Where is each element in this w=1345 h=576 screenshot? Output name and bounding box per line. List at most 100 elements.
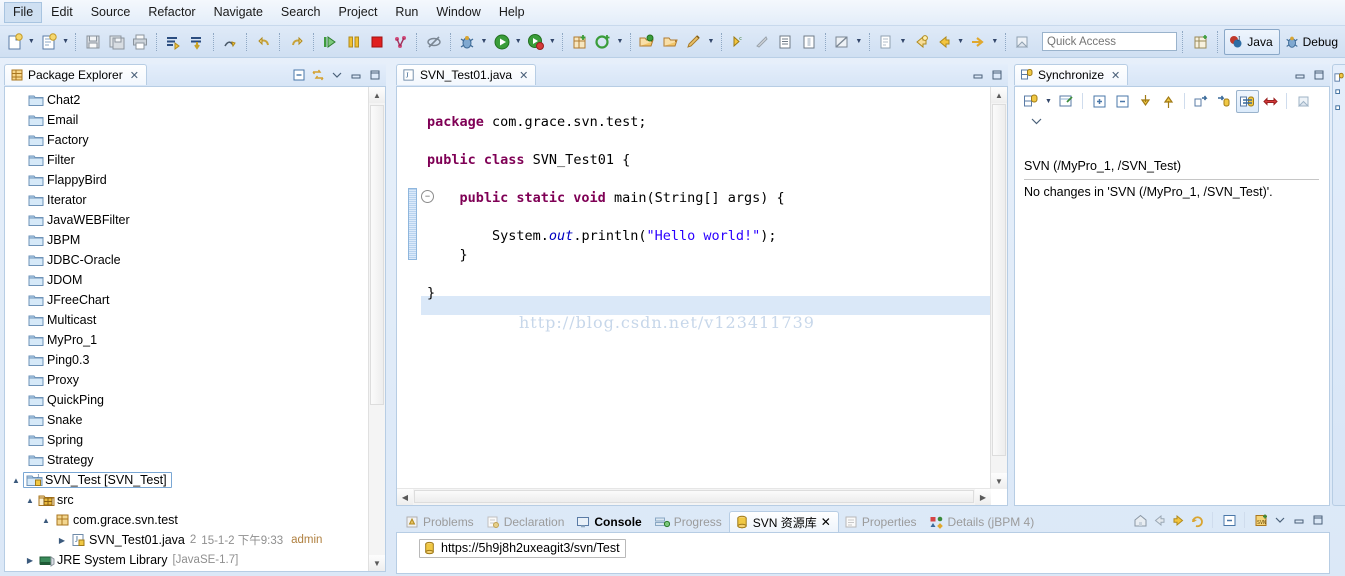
maximize-icon[interactable]: [1311, 67, 1327, 83]
step-over-icon[interactable]: [219, 30, 240, 54]
chevron-down-icon[interactable]: ▲: [9, 476, 23, 485]
tree-item-mypro-1[interactable]: MyPro_1: [5, 330, 385, 350]
new-wizard-icon[interactable]: [4, 30, 25, 54]
view-menu-icon[interactable]: [1272, 512, 1288, 528]
tree-item-quickping[interactable]: QuickPing: [5, 390, 385, 410]
tree-item-chat2[interactable]: Chat2: [5, 90, 385, 110]
new-wizard-dropdown[interactable]: ▼: [26, 31, 36, 53]
synchronize-icon[interactable]: [1333, 69, 1345, 85]
tree-item-email[interactable]: Email: [5, 110, 385, 130]
scroll-thumb[interactable]: [370, 105, 384, 405]
run-coverage-dropdown[interactable]: ▼: [548, 31, 558, 53]
scroll-right-icon[interactable]: ▶: [975, 489, 991, 505]
tree-item-snake[interactable]: Snake: [5, 410, 385, 430]
tab-declaration[interactable]: Declaration: [481, 511, 572, 532]
save-icon[interactable]: [82, 30, 103, 54]
tree-item-filter[interactable]: Filter: [5, 150, 385, 170]
both-mode-icon[interactable]: [1236, 89, 1259, 113]
maximize-icon[interactable]: [1310, 512, 1326, 528]
close-icon[interactable]: ✕: [130, 69, 139, 82]
scroll-up-icon[interactable]: ▲: [991, 87, 1007, 103]
forward-icon[interactable]: [1170, 512, 1186, 528]
incoming-mode-icon[interactable]: [1213, 90, 1236, 113]
minimize-icon[interactable]: [348, 67, 364, 83]
chevron-down-icon[interactable]: ▲: [39, 516, 53, 525]
menu-refactor[interactable]: Refactor: [139, 2, 204, 23]
tree-item-javawebfilter[interactable]: JavaWEBFilter: [5, 210, 385, 230]
outgoing-mode-icon[interactable]: [1190, 90, 1213, 113]
new-java-project-icon[interactable]: [569, 30, 590, 54]
build-project-icon[interactable]: [186, 30, 207, 54]
editor-marker-bar[interactable]: [397, 87, 407, 489]
editor-body[interactable]: − package com.grace.svn.test; public cla…: [396, 86, 1008, 506]
menu-source[interactable]: Source: [82, 2, 140, 23]
previous-annotation-icon[interactable]: [751, 30, 772, 54]
close-icon[interactable]: ✕: [519, 69, 528, 82]
disconnect-icon[interactable]: [390, 30, 411, 54]
close-icon[interactable]: ✕: [1111, 69, 1120, 82]
view-menu-icon[interactable]: [1028, 113, 1044, 129]
pin-editor-icon[interactable]: [1012, 30, 1033, 54]
build-all-icon[interactable]: [163, 30, 184, 54]
refresh-icon[interactable]: [1189, 512, 1205, 528]
new-java-class-icon[interactable]: [38, 30, 59, 54]
view-menu-icon[interactable]: [329, 67, 345, 83]
perspective-java-button[interactable]: J Java: [1224, 28, 1280, 55]
run-icon[interactable]: [491, 30, 512, 54]
chevron-right-icon[interactable]: ▶: [55, 536, 69, 545]
scroll-down-icon[interactable]: ▼: [991, 473, 1007, 489]
conflicts-mode-icon[interactable]: [1259, 90, 1282, 113]
next-edit-icon[interactable]: [876, 30, 897, 54]
minimize-icon[interactable]: [970, 67, 986, 83]
debug-dropdown[interactable]: ▼: [479, 31, 489, 53]
editor-folding-bar[interactable]: [407, 87, 421, 489]
editor-horizontal-scrollbar[interactable]: ◀ ▶: [397, 488, 991, 505]
debug-icon[interactable]: [457, 30, 478, 54]
tab-svn-test01-java[interactable]: J SVN_Test01.java ✕: [396, 64, 537, 85]
menu-search[interactable]: Search: [272, 2, 330, 23]
tab-problems[interactable]: Problems: [400, 511, 481, 532]
scroll-down-icon[interactable]: ▼: [369, 555, 385, 571]
chevron-down-icon[interactable]: ▲: [23, 496, 37, 505]
new-repository-icon[interactable]: SVN: [1253, 512, 1269, 528]
close-icon[interactable]: ✕: [821, 515, 831, 529]
chevron-right-icon[interactable]: ▶: [23, 556, 37, 565]
menu-edit[interactable]: Edit: [42, 2, 82, 23]
tree-item-multicast[interactable]: Multicast: [5, 310, 385, 330]
open-perspective-icon[interactable]: [1190, 30, 1211, 54]
expand-all-icon[interactable]: [1088, 90, 1111, 113]
next-annotation-icon[interactable]: c: [728, 30, 749, 54]
suspend-icon[interactable]: [343, 30, 364, 54]
scroll-thumb[interactable]: [414, 490, 974, 503]
minimize-icon[interactable]: [1291, 512, 1307, 528]
toggle-block-selection-icon[interactable]: [798, 30, 819, 54]
edit-dropdown[interactable]: ▼: [706, 31, 716, 53]
back-icon[interactable]: [910, 30, 931, 54]
tree-item-factory[interactable]: Factory: [5, 130, 385, 150]
tree-item-proxy[interactable]: Proxy: [5, 370, 385, 390]
synchronize-icon[interactable]: [1020, 90, 1043, 113]
menu-project[interactable]: Project: [330, 2, 387, 23]
menu-window[interactable]: Window: [427, 2, 489, 23]
next-edit-dropdown[interactable]: ▼: [898, 31, 908, 53]
outline-icon[interactable]: [1333, 85, 1345, 101]
tab-details-jbpm[interactable]: Details (jBPM 4): [924, 511, 1042, 532]
scroll-up-icon[interactable]: ▲: [369, 87, 385, 103]
toggle-whitespace-dropdown[interactable]: ▼: [854, 31, 864, 53]
new-annotation-icon[interactable]: [593, 30, 614, 54]
link-with-editor-icon[interactable]: [310, 67, 326, 83]
collapse-all-icon[interactable]: [1221, 512, 1237, 528]
back-icon[interactable]: [1151, 512, 1167, 528]
tree-item-package[interactable]: ▲ com.grace.svn.test: [5, 510, 385, 530]
go-dropdown[interactable]: ▼: [990, 31, 1000, 53]
scroll-thumb[interactable]: [992, 104, 1006, 456]
tree-item-jbpm[interactable]: JBPM: [5, 230, 385, 250]
maximize-icon[interactable]: [989, 67, 1005, 83]
new-java-class-dropdown[interactable]: ▼: [61, 31, 71, 53]
forward-dropdown[interactable]: ▼: [956, 31, 966, 53]
save-all-icon[interactable]: [106, 30, 127, 54]
open-type-icon[interactable]: [637, 30, 658, 54]
tab-synchronize[interactable]: Synchronize ✕: [1014, 64, 1129, 85]
menu-run[interactable]: Run: [386, 2, 427, 23]
home-icon[interactable]: [1132, 512, 1148, 528]
